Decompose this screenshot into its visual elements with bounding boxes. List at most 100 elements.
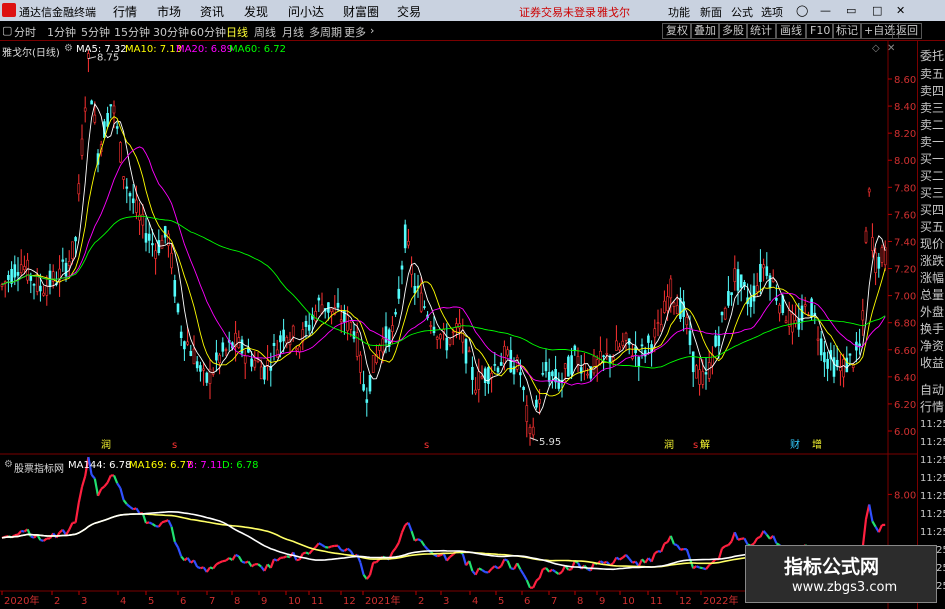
chevron-right-icon[interactable]: › (370, 24, 374, 37)
menu-market[interactable]: 市场 (157, 3, 181, 20)
sub-price-tick-label: 8.00 (894, 490, 916, 501)
candle-body (759, 263, 762, 282)
quote-label: 卖四 (920, 84, 945, 98)
watermark-banner: 指标公式网 www.zbgs3.com (745, 545, 937, 603)
price-tick-label: 7.20 (894, 265, 916, 276)
menu-news[interactable]: 资讯 (200, 3, 224, 20)
ma144-label: MA144: 6.78 (68, 460, 132, 471)
period-30min[interactable]: 30分钟 (153, 24, 189, 40)
adjust-button[interactable]: 复权 (662, 23, 692, 39)
settings-gear-icon[interactable]: ⚙ (64, 43, 73, 54)
indicator-trace (753, 537, 759, 545)
candle-body (653, 328, 657, 338)
candle-body (202, 368, 205, 371)
period-daily[interactable]: 日线 (226, 24, 248, 40)
back-button[interactable]: 返回 (892, 23, 922, 39)
function-button[interactable]: 功能 (668, 4, 690, 20)
candle-body (573, 345, 577, 351)
period-toolbar: ▢ 分时 1分钟 5分钟 15分钟 30分钟 60分钟 日线 周线 月线 多周期… (0, 21, 945, 41)
candle-body (419, 292, 423, 312)
indicator-trace (519, 568, 525, 576)
restore-icon[interactable]: ▭ (846, 4, 856, 17)
diamond-icon[interactable]: ◇ (872, 43, 880, 54)
period-toggle-icon[interactable]: ▢ (2, 24, 12, 37)
candle-body (784, 320, 788, 323)
candle-body (451, 331, 455, 334)
multi-stock-button[interactable]: 多股 (718, 23, 748, 39)
indicator-trace (551, 568, 557, 573)
candle-body (528, 427, 532, 434)
minimize-icon[interactable]: — (820, 4, 831, 17)
candle-body (77, 183, 81, 195)
menu-trade[interactable]: 交易 (397, 3, 421, 20)
indicator-trace (93, 478, 100, 497)
candle-body (71, 241, 74, 259)
f10-button[interactable]: F10 (806, 23, 835, 39)
candle-body (720, 312, 724, 316)
period-monthly[interactable]: 月线 (282, 24, 304, 40)
market-label[interactable]: 行情 (920, 398, 944, 415)
indicator-trace (699, 566, 703, 570)
indicator-trace (685, 548, 692, 560)
candle-body (282, 329, 285, 342)
candle-body (819, 338, 823, 356)
new-layout-button[interactable]: 新面 (700, 4, 722, 20)
menu-quotes[interactable]: 行情 (113, 3, 137, 20)
candle-body (503, 345, 506, 365)
candle-body (832, 357, 836, 377)
indicator-trace (504, 558, 508, 562)
menu-discover[interactable]: 发现 (244, 3, 268, 20)
period-1min[interactable]: 1分钟 (47, 24, 76, 40)
service-icon[interactable]: ◯ (796, 4, 808, 17)
menu-assistant[interactable]: 问小达 (288, 3, 324, 20)
period-weekly[interactable]: 周线 (254, 24, 276, 40)
candle-body (445, 337, 449, 351)
candle-body (755, 285, 759, 293)
candle-body (599, 351, 602, 364)
period-15min[interactable]: 15分钟 (114, 24, 150, 40)
overlay-button[interactable]: 叠加 (690, 23, 720, 39)
period-multi[interactable]: 多周期 (309, 24, 342, 40)
formula-button[interactable]: 公式 (731, 4, 753, 20)
draw-button[interactable]: 画线 (776, 23, 806, 39)
close-icon[interactable]: ✕ (896, 4, 905, 17)
candle-body (563, 363, 567, 369)
indicator-trace (314, 542, 320, 548)
period-60min[interactable]: 60分钟 (190, 24, 226, 40)
kline-chart[interactable]: 8.60 8.40 8.20 8.00 7.80 7.60 7.40 7.20 7.00 6.80… (0, 41, 917, 609)
candle-body (583, 363, 586, 372)
mark-button[interactable]: 标记 (832, 23, 862, 39)
candle-body (592, 355, 596, 374)
candle-body (368, 375, 372, 392)
candle-body (407, 240, 410, 246)
candle-body (23, 266, 26, 270)
options-button[interactable]: 选项 (761, 4, 783, 20)
candle-body (13, 264, 17, 278)
quote-label: 买一 (920, 152, 945, 166)
indicator-trace (599, 560, 605, 564)
login-status[interactable]: 证券交易未登录 (519, 4, 596, 20)
quote-label: 净资 (920, 339, 945, 353)
indicator-trace (727, 540, 733, 546)
menu-wealth[interactable]: 财富圈 (343, 3, 379, 20)
maximize-icon[interactable]: □ (872, 4, 882, 17)
candle-body (176, 303, 180, 313)
statistics-button[interactable]: 统计 (746, 23, 776, 39)
candle-body (189, 350, 193, 357)
candle-body (16, 272, 20, 276)
candle-body (394, 312, 397, 315)
auto-label[interactable]: 自动 (920, 381, 944, 398)
period-more[interactable]: 更多 (344, 24, 366, 40)
candle-body (250, 358, 253, 367)
indicator-trace (487, 568, 493, 574)
period-intraday[interactable]: 分时 (14, 24, 36, 40)
sub-settings-icon[interactable]: ⚙ (4, 459, 13, 470)
time-tick-label: 8 (577, 596, 583, 607)
candle-body (880, 247, 884, 263)
indicator-trace (400, 524, 407, 533)
candle-body (695, 365, 698, 379)
candle-body (611, 357, 615, 361)
panel-close-icon[interactable]: ✕ (887, 43, 895, 54)
period-5min[interactable]: 5分钟 (81, 24, 110, 40)
tick-time: 11:25 (920, 527, 945, 538)
